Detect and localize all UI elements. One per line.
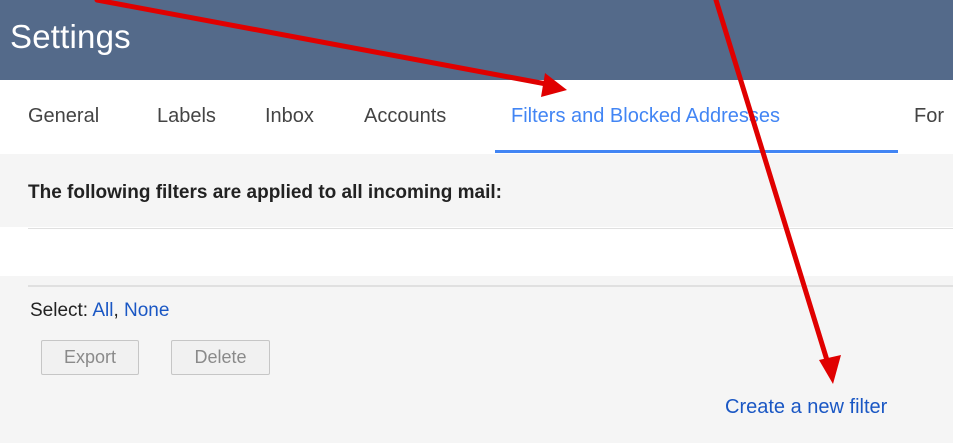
filters-header-text: The following filters are applied to all… — [28, 182, 502, 203]
select-separator: , — [113, 300, 119, 321]
select-row: Select: All, None — [30, 300, 169, 322]
tab-accounts[interactable]: Accounts — [364, 105, 446, 128]
settings-tabs: General Labels Inbox Accounts Filters an… — [0, 80, 953, 154]
page-title: Settings — [10, 18, 131, 55]
active-tab-indicator — [495, 150, 898, 153]
filters-header: The following filters are applied to all… — [0, 154, 953, 227]
divider — [28, 228, 953, 229]
tab-filters-and-blocked-addresses[interactable]: Filters and Blocked Addresses — [511, 105, 780, 128]
divider — [28, 285, 953, 287]
export-button[interactable]: Export — [41, 340, 139, 375]
select-none-link[interactable]: None — [124, 300, 169, 321]
tab-labels[interactable]: Labels — [157, 105, 216, 128]
create-new-filter-link[interactable]: Create a new filter — [725, 396, 887, 419]
settings-page: Settings General Labels Inbox Accounts F… — [0, 0, 953, 443]
tab-general[interactable]: General — [28, 105, 99, 128]
tab-forwarding[interactable]: For — [914, 105, 944, 128]
tab-inbox[interactable]: Inbox — [265, 105, 314, 128]
settings-header: Settings — [0, 0, 953, 80]
select-label: Select: — [30, 300, 89, 321]
select-all-link[interactable]: All — [92, 300, 113, 321]
delete-button[interactable]: Delete — [171, 340, 270, 375]
